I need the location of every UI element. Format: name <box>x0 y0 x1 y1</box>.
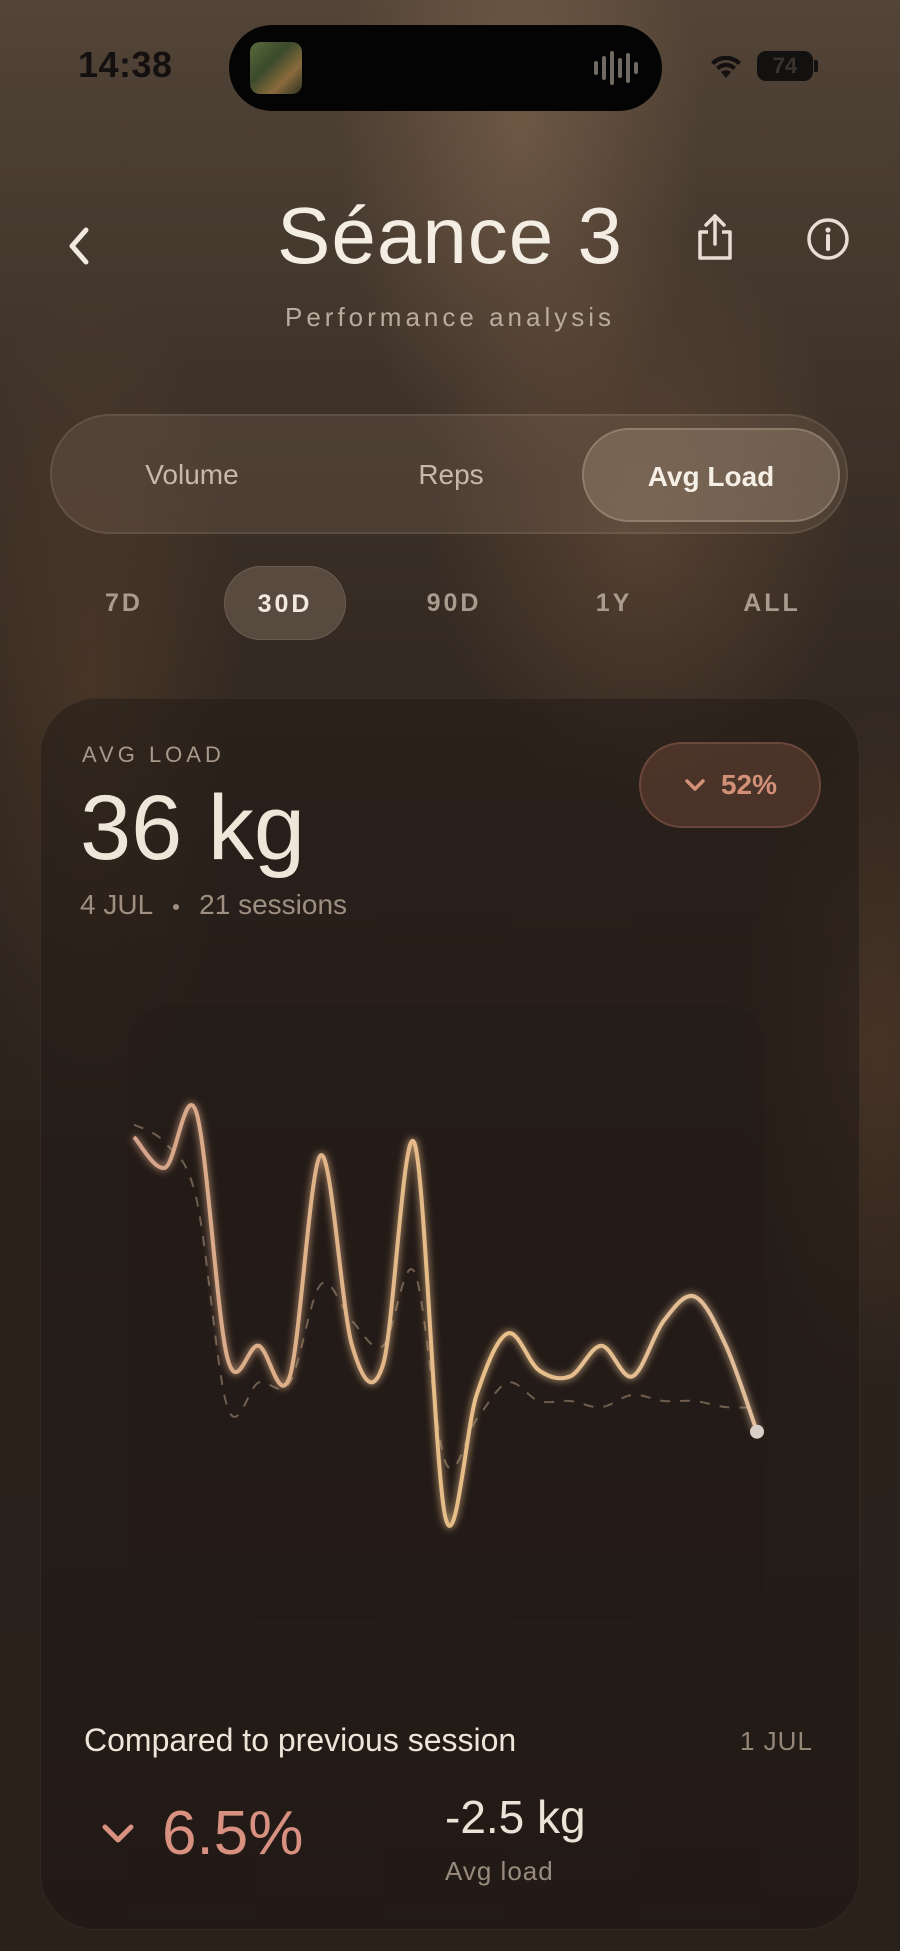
current-data-point <box>132 1135 136 1139</box>
comparison-date: 1 JUL <box>740 1726 813 1756</box>
previous-data-point <box>475 1417 479 1421</box>
previous-data-point <box>412 1270 416 1274</box>
comparison-label: Compared to previous session <box>84 1722 517 1758</box>
current-data-point <box>225 1356 229 1360</box>
current-data-point <box>163 1166 167 1170</box>
previous-data-point <box>662 1399 666 1403</box>
current-data-point <box>319 1153 323 1157</box>
previous-data-point <box>568 1399 572 1403</box>
previous-data-point <box>319 1282 323 1286</box>
current-data-point <box>506 1331 510 1335</box>
series-line-previous <box>133 1123 758 1470</box>
current-data-point <box>693 1295 697 1299</box>
current-data-point <box>288 1374 292 1378</box>
current-data-point <box>724 1344 728 1348</box>
current-data-point <box>194 1110 198 1114</box>
current-data-point <box>257 1344 261 1348</box>
previous-data-point <box>350 1319 354 1323</box>
comparison-percent: 6.5% <box>162 1799 304 1868</box>
previous-data-point <box>724 1405 728 1409</box>
current-data-point <box>475 1393 479 1397</box>
previous-data-point <box>381 1344 385 1348</box>
chevron-down-icon <box>102 1824 134 1843</box>
comparison-delta-label: Avg load <box>445 1856 554 1886</box>
current-data-point <box>662 1319 666 1323</box>
current-data-point <box>568 1374 572 1378</box>
previous-data-point <box>537 1399 541 1403</box>
previous-data-point <box>693 1399 697 1403</box>
current-data-point <box>599 1344 603 1348</box>
latest-point-marker[interactable] <box>750 1424 764 1439</box>
previous-data-point <box>194 1196 198 1200</box>
previous-data-point <box>506 1381 510 1385</box>
previous-data-point <box>163 1141 167 1145</box>
previous-data-point <box>132 1123 136 1127</box>
previous-data-point <box>755 1405 759 1409</box>
current-data-point <box>444 1516 448 1520</box>
current-data-point <box>537 1368 541 1372</box>
previous-data-point <box>257 1381 261 1385</box>
current-data-point <box>381 1362 385 1366</box>
previous-data-point <box>599 1405 603 1409</box>
load-line-chart[interactable] <box>0 0 900 1951</box>
comparison-delta: -2.5 kg <box>445 1791 586 1843</box>
previous-data-point <box>225 1405 229 1409</box>
current-data-point <box>350 1344 354 1348</box>
previous-data-point <box>630 1393 634 1397</box>
current-data-point <box>412 1141 416 1145</box>
previous-data-point <box>444 1460 448 1464</box>
current-data-point <box>630 1374 634 1378</box>
previous-data-point <box>288 1381 292 1385</box>
